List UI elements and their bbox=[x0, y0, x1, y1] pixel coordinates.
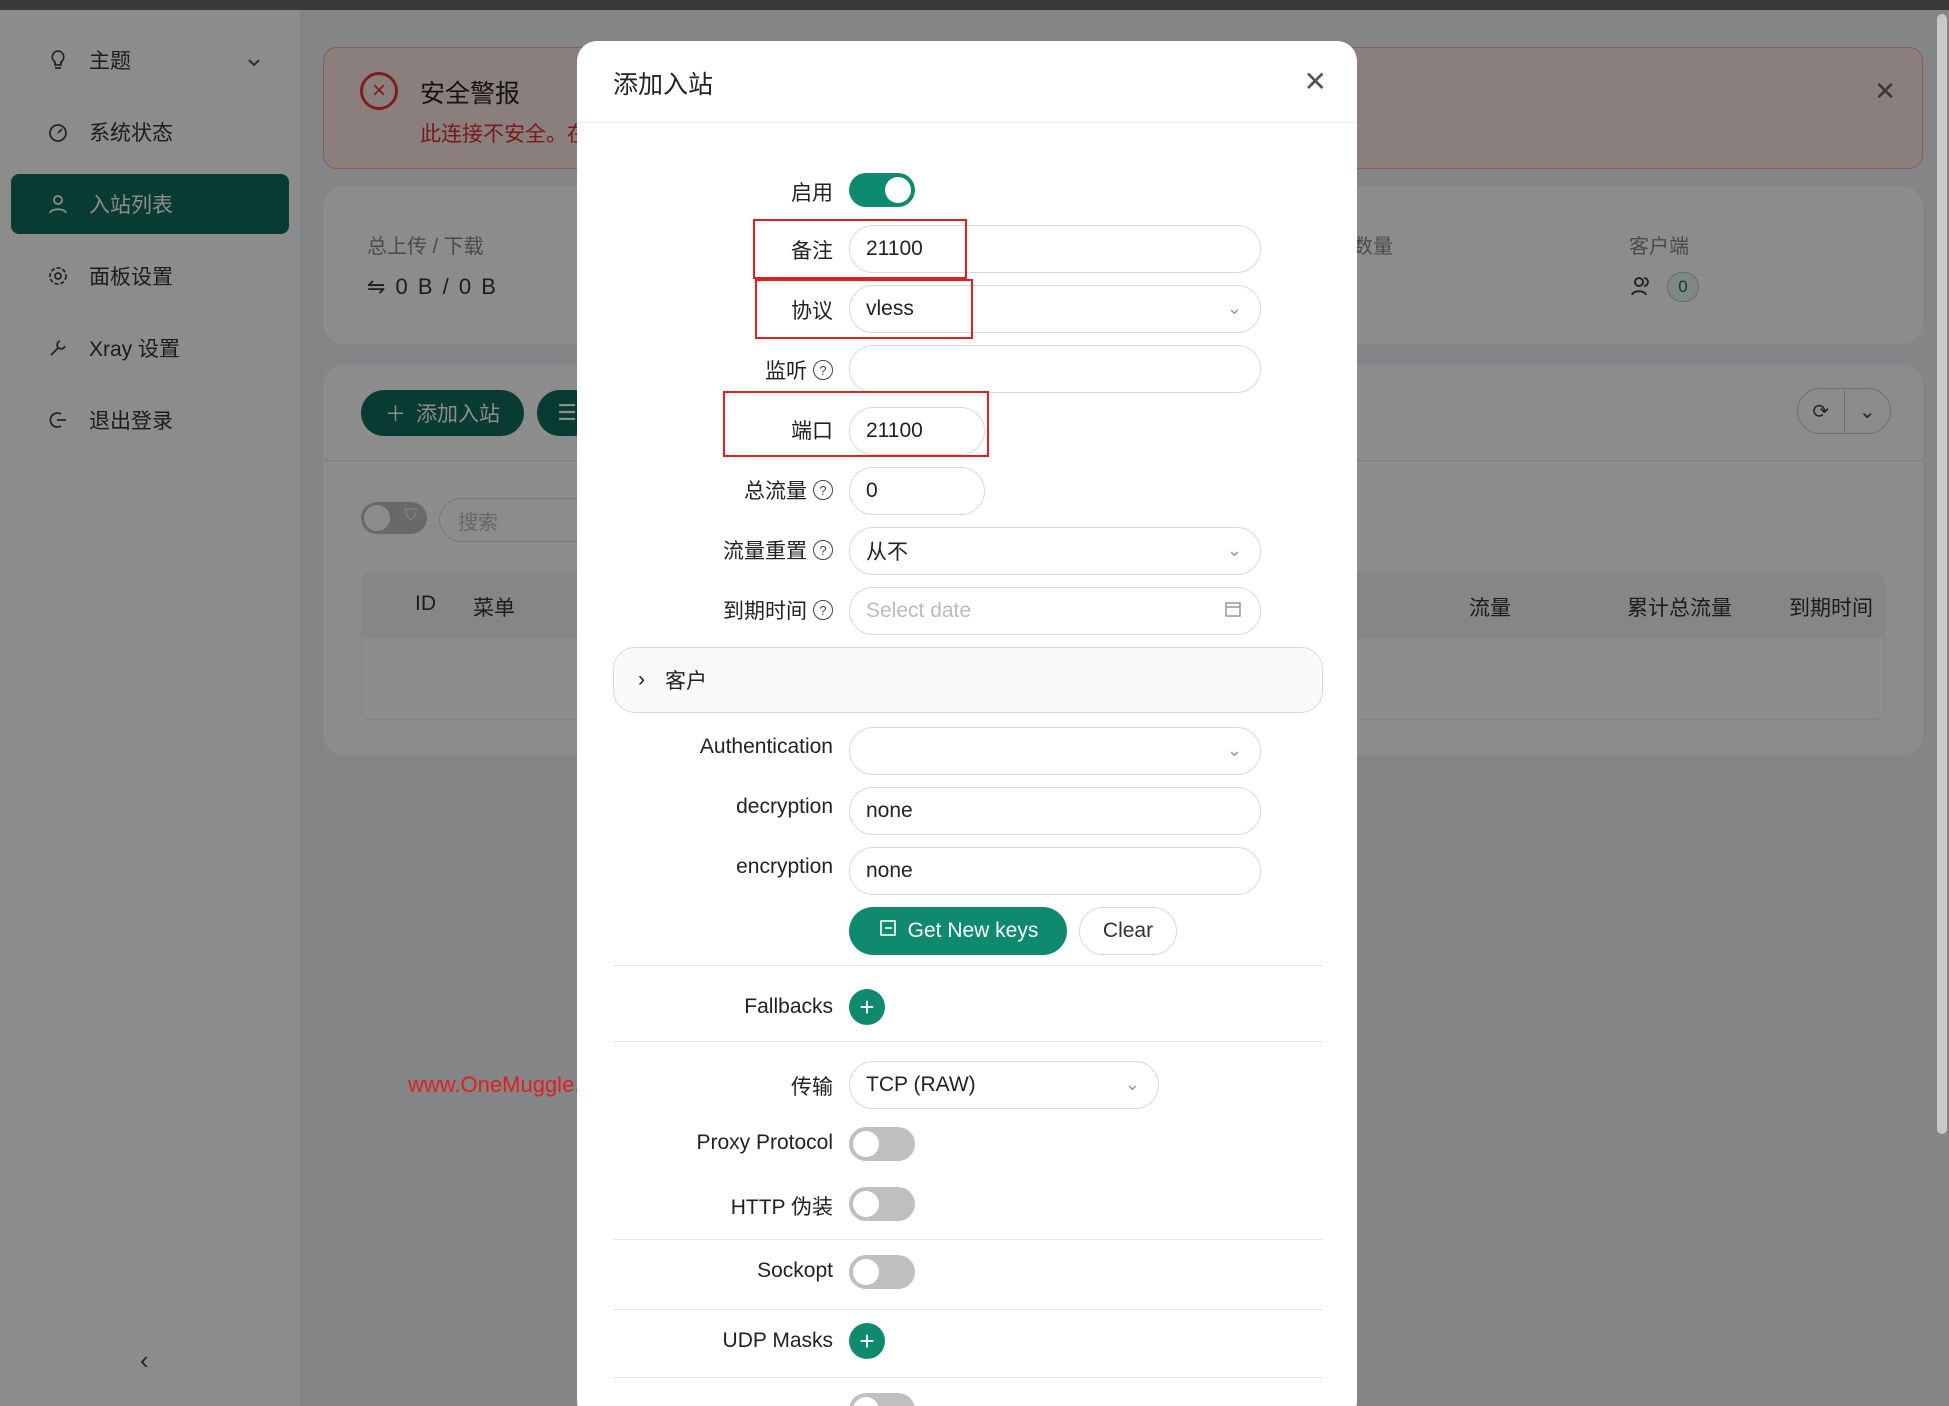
clients-section-label: 客户 bbox=[665, 670, 707, 693]
proxy-protocol-label: Proxy Protocol bbox=[696, 1131, 833, 1154]
divider bbox=[613, 1239, 1323, 1240]
auth-label: Authentication bbox=[699, 735, 833, 758]
highlight-box bbox=[753, 219, 967, 279]
traffic-reset-value: 从不 bbox=[866, 541, 908, 564]
expiry-date-picker[interactable]: Select date bbox=[849, 587, 1261, 635]
calendar-icon bbox=[1224, 600, 1242, 623]
page-scrollbar[interactable] bbox=[1937, 14, 1947, 1134]
clients-collapse[interactable]: › 客户 bbox=[613, 647, 1323, 713]
traffic-reset-label: 流量重置? bbox=[723, 535, 833, 565]
sockopt-label: Sockopt bbox=[757, 1259, 833, 1282]
chevron-right-icon: › bbox=[638, 668, 645, 691]
highlight-box bbox=[755, 279, 973, 339]
get-new-keys-label: Get New keys bbox=[907, 919, 1039, 942]
highlight-box bbox=[723, 391, 989, 457]
divider bbox=[613, 1041, 1323, 1042]
http-camouflage-label: HTTP 伪装 bbox=[730, 1196, 833, 1219]
divider bbox=[613, 1309, 1323, 1310]
udp-masks-label: UDP Masks bbox=[722, 1329, 833, 1352]
chevron-down-icon: ⌄ bbox=[1226, 298, 1242, 318]
listen-label: 监听? bbox=[765, 355, 833, 385]
chevron-down-icon: ⌄ bbox=[1226, 540, 1242, 560]
help-icon[interactable]: ? bbox=[813, 600, 833, 620]
chevron-down-icon: ⌄ bbox=[1226, 740, 1242, 760]
divider bbox=[577, 122, 1357, 123]
proxy-protocol-toggle[interactable] bbox=[849, 1127, 915, 1161]
close-icon[interactable]: ✕ bbox=[1304, 65, 1327, 98]
encryption-input[interactable]: none bbox=[849, 847, 1261, 895]
http-camouflage-toggle[interactable] bbox=[849, 1187, 915, 1221]
add-udp-mask-button[interactable]: + bbox=[849, 1323, 885, 1359]
auth-select[interactable]: ⌄ bbox=[849, 727, 1261, 775]
decryption-label: decryption bbox=[736, 795, 833, 818]
total-traffic-label: 总流量? bbox=[744, 475, 833, 505]
help-icon[interactable]: ? bbox=[813, 360, 833, 380]
listen-input[interactable] bbox=[849, 345, 1261, 393]
top-strip bbox=[0, 0, 1949, 10]
enable-label: 启用 bbox=[791, 182, 833, 205]
partial-toggle[interactable] bbox=[849, 1393, 915, 1406]
transport-value: TCP (RAW) bbox=[866, 1073, 976, 1096]
divider bbox=[613, 1377, 1323, 1378]
enable-toggle[interactable] bbox=[849, 173, 915, 207]
add-inbound-modal: 添加入站 ✕ 启用 备注 21100 协议 vless ⌄ 监听? 端口 211… bbox=[577, 41, 1357, 1406]
get-new-keys-button[interactable]: Get New keys bbox=[849, 907, 1067, 955]
clear-button[interactable]: Clear bbox=[1079, 907, 1177, 955]
expiry-placeholder: Select date bbox=[866, 599, 972, 622]
decryption-input[interactable]: none bbox=[849, 787, 1261, 835]
expiry-label: 到期时间? bbox=[723, 595, 833, 625]
modal-title: 添加入站 bbox=[613, 71, 714, 99]
traffic-reset-select[interactable]: 从不 ⌄ bbox=[849, 527, 1261, 575]
transport-select[interactable]: TCP (RAW) ⌄ bbox=[849, 1061, 1159, 1109]
key-icon bbox=[878, 918, 898, 944]
add-fallback-button[interactable]: + bbox=[849, 989, 885, 1025]
fallbacks-label: Fallbacks bbox=[744, 995, 833, 1018]
divider bbox=[613, 965, 1323, 966]
total-traffic-input[interactable]: 0 bbox=[849, 467, 985, 515]
chevron-down-icon: ⌄ bbox=[1124, 1074, 1140, 1094]
help-icon[interactable]: ? bbox=[813, 540, 833, 560]
encryption-label: encryption bbox=[736, 855, 833, 878]
transport-label: 传输 bbox=[791, 1076, 833, 1099]
help-icon[interactable]: ? bbox=[813, 480, 833, 500]
sockopt-toggle[interactable] bbox=[849, 1255, 915, 1289]
